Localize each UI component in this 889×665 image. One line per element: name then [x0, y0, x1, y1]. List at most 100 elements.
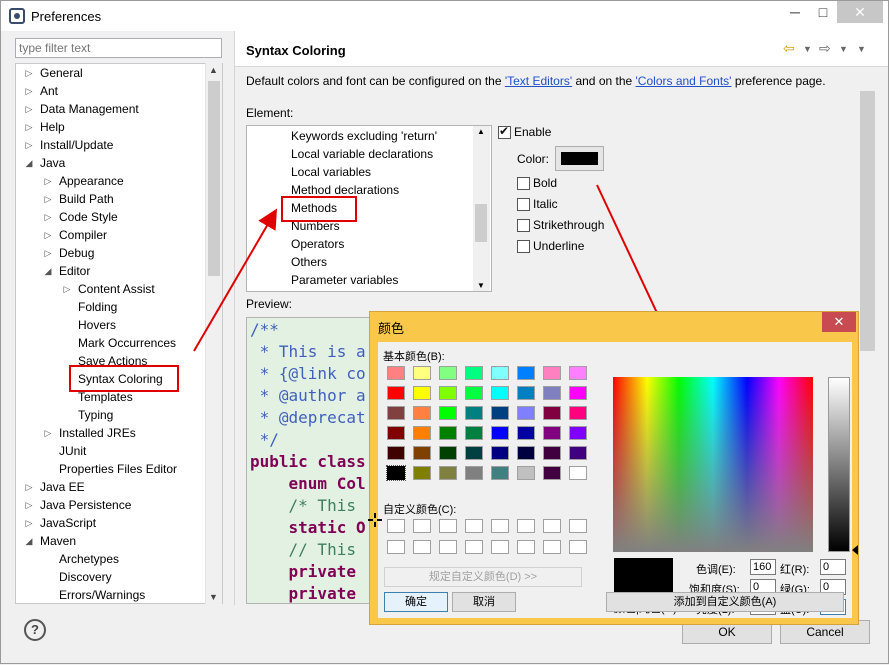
strikethrough-checkbox[interactable] — [517, 219, 530, 232]
basic-color-swatch[interactable] — [413, 386, 431, 400]
basic-color-swatch[interactable] — [517, 406, 535, 420]
view-menu-icon[interactable]: ▼ — [857, 44, 866, 54]
custom-color-swatch[interactable] — [465, 540, 483, 554]
custom-color-swatch[interactable] — [517, 540, 535, 554]
basic-color-swatch[interactable] — [413, 406, 431, 420]
basic-color-swatch[interactable] — [569, 466, 587, 480]
basic-color-swatch[interactable] — [491, 426, 509, 440]
custom-color-swatch[interactable] — [439, 540, 457, 554]
basic-color-swatch[interactable] — [491, 386, 509, 400]
spectrum-crosshair-icon[interactable] — [368, 513, 382, 527]
element-item[interactable]: Local variables — [291, 163, 371, 181]
basic-color-swatch[interactable] — [543, 386, 561, 400]
custom-color-swatch[interactable] — [439, 519, 457, 533]
color-spectrum[interactable] — [613, 377, 813, 552]
basic-color-swatch[interactable] — [569, 426, 587, 440]
basic-color-swatch[interactable] — [517, 426, 535, 440]
basic-color-swatch[interactable] — [413, 426, 431, 440]
scroll-down-icon[interactable]: ▼ — [209, 592, 218, 602]
basic-color-swatch[interactable] — [517, 446, 535, 460]
expand-icon[interactable]: ▷ — [24, 514, 34, 532]
expand-icon[interactable]: ▷ — [24, 136, 34, 154]
custom-color-swatch[interactable] — [387, 540, 405, 554]
element-scroll-thumb[interactable] — [475, 204, 487, 242]
collapse-icon[interactable]: ◢ — [43, 262, 53, 280]
basic-color-swatch[interactable] — [543, 426, 561, 440]
basic-color-swatch[interactable] — [465, 426, 483, 440]
basic-color-swatch[interactable] — [439, 426, 457, 440]
expand-icon[interactable]: ▷ — [43, 208, 53, 226]
basic-color-swatch[interactable] — [491, 366, 509, 380]
expand-icon[interactable]: ▷ — [43, 424, 53, 442]
custom-color-swatch[interactable] — [543, 519, 561, 533]
basic-color-swatch[interactable] — [543, 446, 561, 460]
dialog-close-button[interactable]: ✕ — [822, 312, 856, 332]
basic-color-swatch[interactable] — [387, 446, 405, 460]
expand-icon[interactable]: ▷ — [24, 118, 34, 136]
basic-color-swatch[interactable] — [465, 386, 483, 400]
minimize-button[interactable]: ─ — [781, 1, 809, 23]
expand-icon[interactable]: ▷ — [43, 190, 53, 208]
basic-color-swatch[interactable] — [543, 366, 561, 380]
basic-color-swatch[interactable] — [387, 426, 405, 440]
hue-field[interactable]: 160 — [750, 559, 776, 575]
define-custom-colors-button[interactable]: 规定自定义颜色(D) >> — [384, 567, 582, 587]
custom-color-swatch[interactable] — [517, 519, 535, 533]
basic-color-swatch[interactable] — [439, 366, 457, 380]
element-item[interactable]: Local variable declarations — [291, 145, 433, 163]
basic-color-swatch[interactable] — [517, 466, 535, 480]
text-editors-link[interactable]: 'Text Editors' — [505, 74, 572, 88]
red-field[interactable]: 0 — [820, 559, 846, 575]
basic-color-swatch[interactable] — [387, 406, 405, 420]
forward-dropdown-icon[interactable]: ▼ — [839, 44, 848, 54]
maximize-button[interactable]: □ — [809, 1, 837, 23]
expand-icon[interactable]: ▷ — [24, 496, 34, 514]
forward-arrow-icon[interactable]: ⇨ — [819, 40, 831, 57]
basic-color-swatch[interactable] — [387, 386, 405, 400]
custom-color-swatch[interactable] — [387, 519, 405, 533]
element-list-scrollbar[interactable]: ▲ ▼ — [473, 126, 490, 291]
dialog-cancel-button[interactable]: 取消 — [452, 592, 516, 612]
page-scroll-thumb[interactable] — [860, 91, 875, 351]
basic-color-swatch[interactable] — [465, 406, 483, 420]
element-item[interactable]: Parameter variables — [291, 271, 398, 289]
basic-color-swatch[interactable] — [386, 465, 406, 481]
expand-icon[interactable]: ▷ — [24, 478, 34, 496]
page-scrollbar[interactable] — [859, 91, 876, 604]
underline-checkbox[interactable] — [517, 240, 530, 253]
basic-color-swatch[interactable] — [517, 366, 535, 380]
basic-color-swatch[interactable] — [569, 406, 587, 420]
back-dropdown-icon[interactable]: ▼ — [803, 44, 812, 54]
expand-icon[interactable]: ▷ — [43, 244, 53, 262]
scroll-down-icon[interactable]: ▼ — [477, 281, 485, 290]
luminance-slider[interactable] — [828, 377, 850, 552]
basic-color-swatch[interactable] — [569, 386, 587, 400]
basic-color-swatch[interactable] — [439, 446, 457, 460]
add-to-custom-colors-button[interactable]: 添加到自定义颜色(A) — [606, 592, 844, 612]
custom-color-swatch[interactable] — [491, 519, 509, 533]
basic-color-swatch[interactable] — [413, 366, 431, 380]
expand-icon[interactable]: ▷ — [24, 64, 34, 82]
close-button[interactable]: ✕ — [837, 1, 883, 23]
basic-color-swatch[interactable] — [543, 406, 561, 420]
custom-color-swatch[interactable] — [569, 540, 587, 554]
basic-color-swatch[interactable] — [569, 446, 587, 460]
tree-scroll-thumb[interactable] — [208, 81, 220, 276]
help-icon[interactable]: ? — [24, 619, 46, 641]
custom-color-swatch[interactable] — [413, 540, 431, 554]
back-arrow-icon[interactable]: ⇦ — [783, 40, 795, 57]
basic-color-swatch[interactable] — [439, 466, 457, 480]
basic-color-swatch[interactable] — [491, 466, 509, 480]
basic-color-swatch[interactable] — [491, 446, 509, 460]
basic-color-swatch[interactable] — [465, 446, 483, 460]
colors-and-fonts-link[interactable]: 'Colors and Fonts' — [636, 74, 732, 88]
basic-color-swatch[interactable] — [439, 406, 457, 420]
collapse-icon[interactable]: ◢ — [24, 532, 34, 550]
basic-color-swatch[interactable] — [413, 466, 431, 480]
custom-color-swatch[interactable] — [569, 519, 587, 533]
basic-color-swatch[interactable] — [491, 406, 509, 420]
custom-color-swatch[interactable] — [465, 519, 483, 533]
collapse-icon[interactable]: ◢ — [24, 154, 34, 172]
bold-checkbox[interactable] — [517, 177, 530, 190]
basic-color-swatch[interactable] — [517, 386, 535, 400]
